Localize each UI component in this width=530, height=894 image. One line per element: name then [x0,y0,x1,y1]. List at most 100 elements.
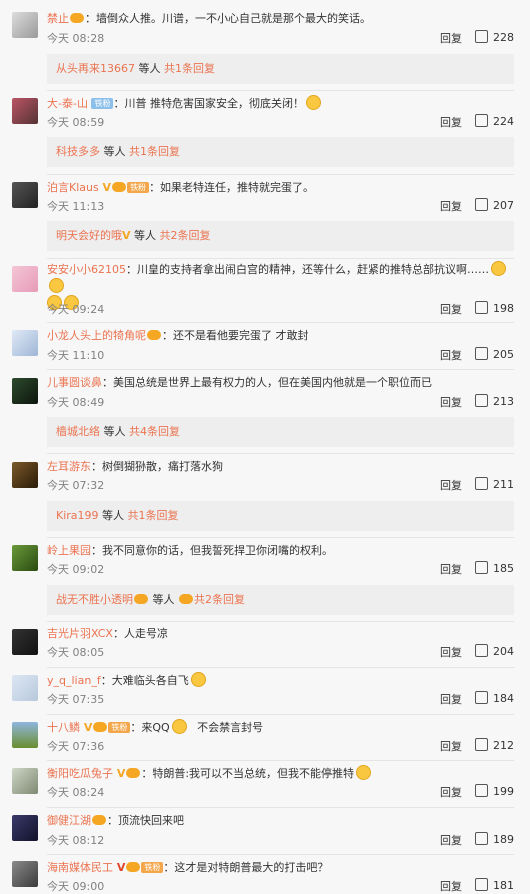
like-count: 213 [493,395,514,408]
username[interactable]: y_q_lian_f [47,674,101,687]
reply-button[interactable]: 回复 [440,691,462,707]
reply-button[interactable]: 回复 [440,198,462,214]
username[interactable]: 十八鳞 [47,721,80,734]
avatar[interactable] [12,545,38,571]
avatar[interactable] [12,768,38,794]
reply-button[interactable]: 回复 [440,784,462,800]
divider [47,322,514,323]
like-button[interactable]: 207 [475,198,514,212]
reply-button[interactable]: 回复 [440,394,462,410]
sub-reply-user[interactable]: 从头再来13667 [56,62,135,75]
avatar[interactable] [12,266,38,292]
sub-reply-user[interactable]: 战无不胜小透明 [56,593,133,606]
avatar[interactable] [12,675,38,701]
sub-reply-bar[interactable]: 从头再来13667 等人 共1条回复 [47,54,514,84]
username[interactable]: 御健江湖 [47,814,91,827]
avatar[interactable] [12,330,38,356]
sub-reply-total[interactable]: 共1条回复 [129,145,180,158]
avatar[interactable] [12,98,38,124]
avatar[interactable] [12,462,38,488]
comment-text: ：顶流快回来吧 [107,814,184,827]
avatar[interactable] [12,182,38,208]
like-button[interactable]: 198 [475,301,514,315]
avatar[interactable] [12,12,38,38]
avatar[interactable] [12,378,38,404]
like-button[interactable]: 213 [475,394,514,408]
sub-reply-total[interactable]: 共1条回复 [128,509,179,522]
like-button[interactable]: 205 [475,347,514,361]
sub-reply-total[interactable]: 共2条回复 [194,593,245,606]
timestamp: 今天 07:36 [47,740,105,753]
timestamp: 今天 08:49 [47,396,105,409]
sub-reply-mid: 等人 [149,593,178,606]
username[interactable]: 禁止 [47,12,69,25]
avatar[interactable] [12,629,38,655]
like-button[interactable]: 204 [475,644,514,658]
divider [47,854,514,855]
thumbs-up-icon [475,561,488,574]
username[interactable]: 岭上果园 [47,544,91,557]
like-button[interactable]: 211 [475,477,514,491]
sub-reply-user[interactable]: 明天会好的哦 [56,229,122,242]
reply-button[interactable]: 回复 [440,477,462,493]
divider [47,537,514,538]
like-button[interactable]: 181 [475,878,514,892]
reply-button[interactable]: 回复 [440,114,462,130]
timestamp: 今天 09:24 [47,303,105,316]
vip-icon [179,594,193,604]
username[interactable]: 吉光片羽XCX [47,627,113,640]
username[interactable]: 儿事圆谈鼻 [47,376,102,389]
username[interactable]: 海南媒体民工 [47,861,113,874]
sub-reply-user[interactable]: 科技多多 [56,145,100,158]
like-button[interactable]: 228 [475,30,514,44]
reply-button[interactable]: 回复 [440,878,462,894]
timestamp: 今天 11:10 [47,349,105,362]
avatar[interactable] [12,815,38,841]
divider [47,369,514,370]
sub-reply-total[interactable]: 共2条回复 [160,229,211,242]
sub-reply-bar[interactable]: 樯城北络 等人 共4条回复 [47,417,514,447]
comment-text: ：树倒猢狲散，痛打落水狗 [91,460,223,473]
sub-reply-user[interactable]: 樯城北络 [56,425,100,438]
emoji-icon [356,765,372,780]
sub-reply-mid: 等人 [100,425,129,438]
reply-button[interactable]: 回复 [440,301,462,317]
comment-list: 禁止 ：墙倒众人推。川谱，一不小心自己就是那个最大的笑话。 今天 08:28 回复… [0,0,530,894]
reply-button[interactable]: 回复 [440,738,462,754]
like-button[interactable]: 212 [475,738,514,752]
like-button[interactable]: 185 [475,561,514,575]
timestamp: 今天 07:35 [47,693,105,706]
sub-reply-bar[interactable]: 科技多多 等人 共1条回复 [47,137,514,167]
avatar[interactable] [12,722,38,748]
smile-emoji-icon [305,95,321,110]
username[interactable]: 泊言Klaus [47,181,99,194]
like-button[interactable]: 224 [475,114,514,128]
like-button[interactable]: 199 [475,784,514,798]
divider [47,453,514,454]
username[interactable]: 安安小小62105 [47,263,126,276]
avatar[interactable] [12,861,38,887]
sub-reply-bar[interactable]: Kira199 等人 共1条回复 [47,501,514,531]
sub-reply-total[interactable]: 共4条回复 [129,425,180,438]
sub-reply-bar[interactable]: 明天会好的哦V 等人 共2条回复 [47,221,514,251]
like-count: 184 [493,692,514,705]
like-button[interactable]: 184 [475,691,514,705]
vip-icon [126,768,141,778]
reply-button[interactable]: 回复 [440,644,462,660]
username[interactable]: 大-泰-山 [47,97,88,110]
comment-text-extra: 不会禁言封号 [186,721,264,734]
username[interactable]: 衡阳吃瓜兔子 [47,767,113,780]
sub-reply-bar[interactable]: 战无不胜小透明 等人 共2条回复 [47,585,514,615]
username[interactable]: 左耳游东 [47,460,91,473]
reply-button[interactable]: 回复 [440,832,462,848]
reply-button[interactable]: 回复 [440,30,462,46]
sub-reply-total[interactable]: 共1条回复 [164,62,215,75]
timestamp: 今天 08:28 [47,32,105,45]
reply-button[interactable]: 回复 [440,561,462,577]
like-button[interactable]: 189 [475,832,514,846]
sub-reply-user[interactable]: Kira199 [56,509,99,522]
laugh-emoji-icon [171,719,187,734]
timestamp: 今天 11:13 [47,200,105,213]
reply-button[interactable]: 回复 [440,347,462,363]
username[interactable]: 小龙人头上的犄角呢 [47,329,146,342]
